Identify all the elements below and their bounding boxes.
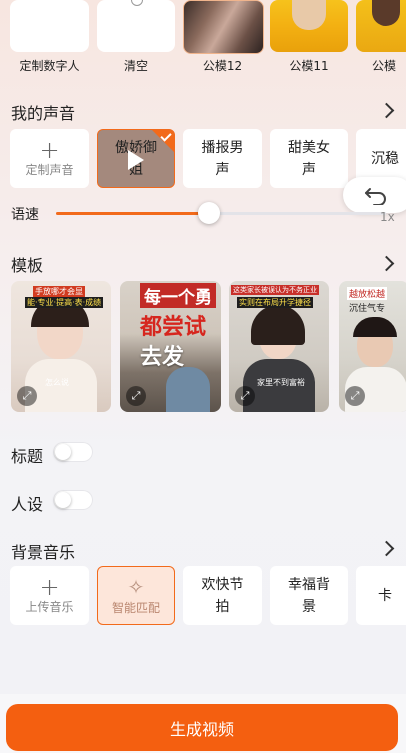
- voice-card-selected[interactable]: 傲娇御姐: [97, 129, 175, 188]
- music-more-chevron-icon[interactable]: [378, 540, 395, 557]
- plus-icon: +: [39, 572, 60, 601]
- template-card[interactable]: 每一个勇 都尝试 去发 ⤢: [120, 281, 221, 412]
- avatar-public-partial[interactable]: [356, 0, 406, 52]
- voice-label: 甜美女声: [288, 139, 330, 178]
- voice-more-chevron-icon[interactable]: [378, 102, 395, 119]
- music-card[interactable]: 欢快节拍: [183, 566, 262, 625]
- template-caption-top: 每一个勇: [140, 283, 216, 308]
- plus-icon: +: [39, 135, 60, 164]
- title-toggle-label: 标题: [11, 447, 44, 466]
- template-caption-top-2: 实则在布局升学捷径: [237, 297, 313, 308]
- voice-section-title: 我的声音: [11, 104, 76, 123]
- template-caption-bottom: 家里不到富裕: [257, 378, 305, 387]
- avatar-label: 定制数字人: [19, 59, 80, 73]
- template-section-title: 模板: [11, 256, 44, 275]
- music-section-title: 背景音乐: [11, 543, 76, 562]
- speed-value: 1x: [380, 210, 395, 224]
- music-label: 卡: [378, 587, 392, 604]
- sparkle-icon: ✧: [127, 574, 145, 599]
- expand-icon[interactable]: ⤢: [345, 386, 365, 406]
- voice-label: 沉稳: [371, 150, 399, 167]
- expand-icon[interactable]: ⤢: [235, 386, 255, 406]
- voice-add-card[interactable]: + 定制声音: [10, 129, 89, 188]
- avatar-clear-card[interactable]: [97, 0, 175, 52]
- avatar-custom-card[interactable]: [10, 0, 89, 52]
- avatar-label: 公模11: [289, 59, 329, 73]
- expand-icon[interactable]: ⤢: [17, 386, 37, 406]
- title-toggle[interactable]: [53, 442, 93, 462]
- template-hair: [251, 305, 305, 345]
- template-more-chevron-icon[interactable]: [378, 255, 395, 272]
- persona-toggle[interactable]: [53, 490, 93, 510]
- music-label: 欢快节拍: [201, 576, 244, 615]
- generate-video-button[interactable]: 生成视频: [6, 704, 398, 751]
- avatar-label: 公模: [372, 59, 397, 73]
- undo-button[interactable]: [343, 177, 406, 213]
- template-caption-top-2: 沉住气专: [349, 304, 386, 314]
- avatar-public-11[interactable]: [270, 0, 348, 52]
- speed-label: 语速: [11, 207, 39, 223]
- voice-card[interactable]: 甜美女声: [270, 129, 348, 188]
- template-caption-top: 越放松越: [347, 287, 388, 300]
- template-caption-bottom: 去发: [140, 345, 185, 370]
- music-upload-card[interactable]: + 上传音乐: [10, 566, 89, 625]
- template-person: [166, 367, 210, 412]
- music-label: 幸福背景: [288, 576, 330, 615]
- avatar-public-12[interactable]: [183, 0, 264, 54]
- template-card[interactable]: 手放哪才会显 能·专业·提高·表·成绩 怎么说 ⤢: [11, 281, 111, 412]
- voice-add-label: 定制声音: [25, 162, 74, 177]
- avatar-label: 清空: [123, 59, 148, 73]
- undo-icon: [365, 188, 386, 205]
- persona-toggle-label: 人设: [11, 495, 44, 514]
- speed-slider[interactable]: [56, 202, 386, 224]
- voice-label: 播报男声: [201, 139, 244, 178]
- template-card[interactable]: 这类家长被误认为不务正业 实则在布局升学捷径 家里不到富裕 ⤢: [229, 281, 329, 412]
- music-card[interactable]: 幸福背景: [270, 566, 348, 625]
- expand-icon[interactable]: ⤢: [126, 386, 146, 406]
- play-icon[interactable]: [128, 150, 144, 170]
- music-upload-label: 上传音乐: [25, 599, 74, 614]
- music-smart-match-label: 智能匹配: [111, 600, 160, 615]
- template-caption-top-2: 都尝试: [140, 315, 207, 340]
- template-caption-top: 这类家长被误认为不务正业: [231, 285, 319, 295]
- voice-card[interactable]: 播报男声: [183, 129, 262, 188]
- music-smart-match-card[interactable]: ✧ 智能匹配: [97, 566, 175, 625]
- template-hair: [353, 317, 397, 337]
- avatar-label: 公模12: [202, 59, 243, 73]
- speed-slider-handle[interactable]: [198, 202, 220, 224]
- template-card[interactable]: 越放松越 沉住气专 ⤢: [339, 281, 406, 412]
- template-caption-bottom: 怎么说: [45, 378, 69, 387]
- music-card[interactable]: 卡: [356, 566, 406, 625]
- template-caption-top-2: 能·专业·提高·表·成绩: [25, 297, 104, 308]
- speed-slider-fill: [56, 212, 208, 215]
- template-caption-top: 手放哪才会显: [33, 286, 85, 297]
